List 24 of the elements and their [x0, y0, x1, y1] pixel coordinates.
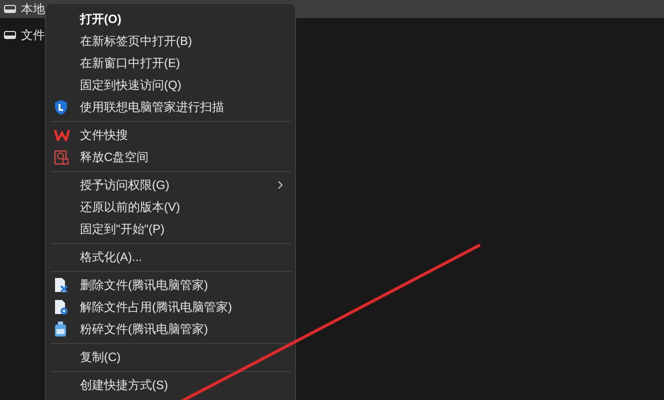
menu-item[interactable]: 在新标签页中打开(B)	[46, 30, 295, 52]
menu-item[interactable]: 创建快捷方式(S)	[46, 374, 295, 396]
menu-item[interactable]: 格式化(A)...	[46, 246, 295, 268]
menu-item[interactable]: 释放C盘空间	[46, 146, 295, 168]
menu-item[interactable]: 解除文件占用(腾讯电脑管家)	[46, 296, 295, 318]
sidebar-item[interactable]: 文件	[0, 26, 45, 44]
menu-item[interactable]: 在新窗口中打开(E)	[46, 52, 295, 74]
file-delete-icon	[54, 277, 68, 293]
disk-cleanup-icon	[54, 150, 69, 164]
w-logo-icon	[54, 129, 70, 141]
shield-icon	[54, 100, 68, 114]
menu-item[interactable]: 固定到快速访问(Q)	[46, 74, 295, 96]
menu-item[interactable]: 固定到"开始"(P)	[46, 218, 295, 240]
menu-item[interactable]: 文件快搜	[46, 124, 295, 146]
menu-item[interactable]: 复制(C)	[46, 346, 295, 368]
menu-item[interactable]: 使用联想电脑管家进行扫描	[46, 96, 295, 118]
menu-item[interactable]: 还原以前的版本(V)	[46, 196, 295, 218]
menu-item[interactable]: 删除文件(腾讯电脑管家)	[46, 274, 295, 296]
menu-item[interactable]: 粉碎文件(腾讯电脑管家)	[46, 318, 295, 340]
bottle-icon	[54, 321, 67, 337]
drive-icon	[4, 31, 16, 39]
file-gear-icon	[54, 299, 68, 315]
menu-item[interactable]: 授予访问权限(G)	[46, 174, 295, 196]
drive-icon	[4, 5, 16, 13]
